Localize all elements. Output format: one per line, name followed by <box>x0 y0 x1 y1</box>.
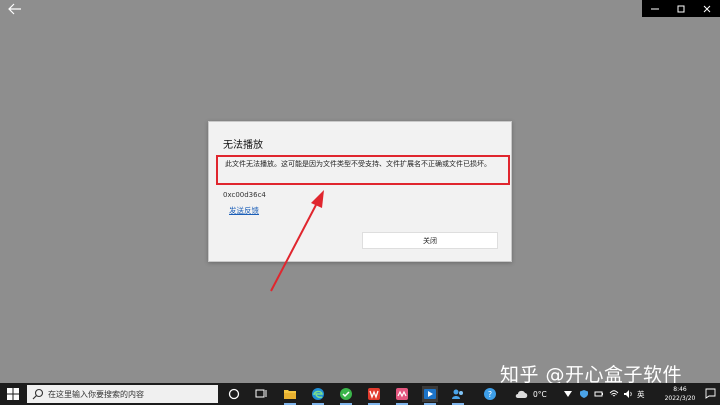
taskbar: 在这里输入你要搜索的内容 ? 0°C 英 8:46 2022/3/20 <box>0 383 720 405</box>
minimize-button[interactable] <box>642 0 668 17</box>
maximize-button[interactable] <box>668 0 694 17</box>
minimize-icon <box>651 8 659 9</box>
back-arrow-icon[interactable] <box>8 3 22 15</box>
green-app-icon[interactable] <box>338 386 354 405</box>
close-button[interactable]: 关闭 <box>362 232 498 249</box>
dialog-title: 无法播放 <box>223 140 263 151</box>
windows-start-icon[interactable] <box>7 388 19 400</box>
weather-temperature[interactable]: 0°C <box>533 383 547 405</box>
movies-app-icon[interactable] <box>422 386 438 405</box>
taskbar-search-input[interactable]: 在这里输入你要搜索的内容 <box>27 385 218 403</box>
wps-icon[interactable] <box>366 386 382 405</box>
clock-time: 8:46 <box>673 386 687 393</box>
search-icon <box>32 388 44 400</box>
clock[interactable]: 8:46 2022/3/20 <box>663 385 697 403</box>
file-explorer-icon[interactable] <box>282 386 298 405</box>
send-feedback-link[interactable]: 发送反馈 <box>229 205 259 216</box>
task-view-icon[interactable] <box>253 386 269 402</box>
search-placeholder: 在这里输入你要搜索的内容 <box>48 389 144 399</box>
edge-icon[interactable] <box>310 386 326 405</box>
tray-volume-icon[interactable] <box>620 386 636 402</box>
tray-tray-icon-1[interactable] <box>560 386 576 402</box>
notification-icon[interactable] <box>705 388 716 399</box>
clock-date: 2022/3/20 <box>664 395 696 402</box>
tray-security-icon[interactable] <box>576 386 592 402</box>
close-icon <box>703 5 711 12</box>
ime-indicator[interactable]: 英 <box>637 383 645 405</box>
maximize-icon <box>677 5 685 12</box>
error-dialog: 无法播放 此文件无法播放。这可能是因为文件类型不受支持、文件扩展名不正确或文件已… <box>208 121 512 262</box>
media-app-icon[interactable] <box>394 386 410 405</box>
cortana-icon[interactable] <box>226 386 242 402</box>
help-icon[interactable]: ? <box>482 386 498 402</box>
close-window-button[interactable] <box>694 0 720 17</box>
error-code: 0xc00d36c4 <box>223 191 266 199</box>
users-app-icon[interactable] <box>450 386 466 405</box>
svg-text:?: ? <box>488 390 492 399</box>
window-controls <box>642 0 720 17</box>
error-message: 此文件无法播放。这可能是因为文件类型不受支持、文件扩展名不正确或文件已损坏。 <box>216 155 510 185</box>
weather-icon[interactable] <box>514 386 530 402</box>
tray-battery-icon[interactable] <box>591 386 607 402</box>
